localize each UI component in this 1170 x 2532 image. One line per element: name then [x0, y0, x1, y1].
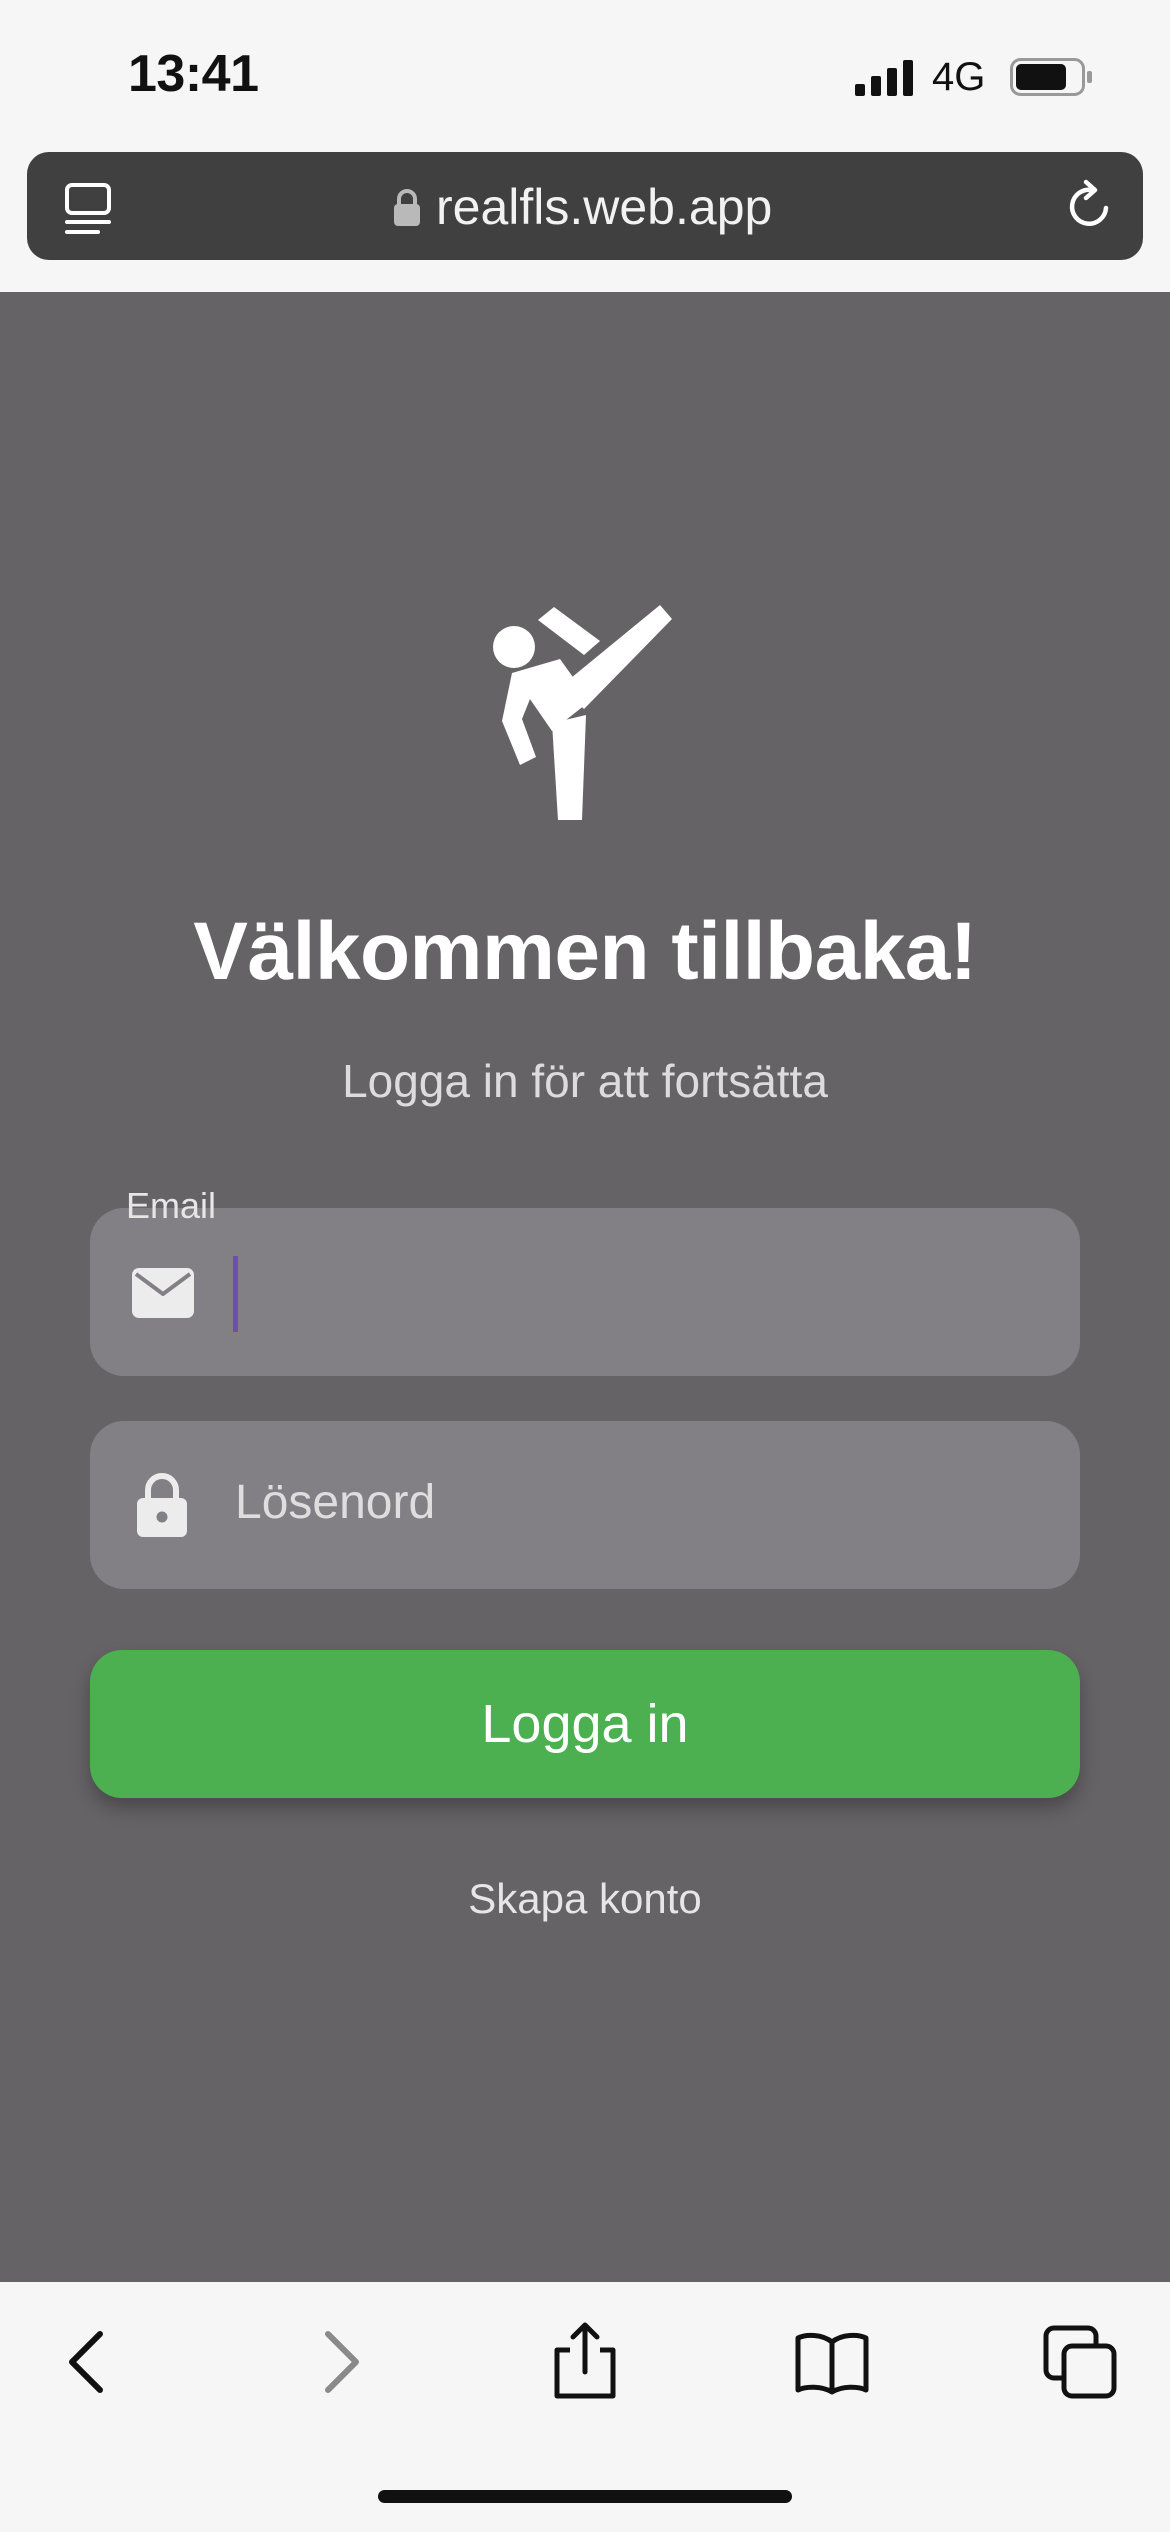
page-title: Välkommen tillbaka!: [193, 906, 977, 997]
status-time: 13:41: [128, 45, 259, 103]
url-text[interactable]: realfls.web.app: [436, 178, 772, 236]
share-icon[interactable]: [545, 2322, 625, 2402]
password-placeholder: Lösenord: [235, 1476, 436, 1529]
forward-icon[interactable]: [300, 2322, 380, 2402]
reader-mode-icon[interactable]: [64, 182, 112, 236]
lock-icon: [394, 189, 420, 226]
lock-icon: [137, 1473, 187, 1537]
email-field[interactable]: [90, 1208, 1080, 1376]
login-button[interactable]: Logga in: [90, 1650, 1080, 1798]
text-cursor: [233, 1256, 238, 1332]
back-icon[interactable]: [48, 2322, 128, 2402]
bookmarks-icon[interactable]: [792, 2322, 872, 2402]
create-account-link[interactable]: Skapa konto: [0, 1875, 1170, 1923]
network-type: 4G: [932, 55, 986, 99]
home-indicator: [378, 2490, 792, 2503]
battery-icon: [1010, 58, 1092, 96]
tabs-icon[interactable]: [1040, 2322, 1120, 2402]
email-label: Email: [126, 1185, 217, 1226]
mail-icon: [132, 1268, 194, 1318]
reload-icon[interactable]: [1062, 178, 1118, 234]
page-subtitle: Logga in för att fortsätta: [342, 1055, 828, 1107]
martial-arts-kick-icon: [493, 605, 672, 820]
cellular-signal-icon: [855, 60, 913, 96]
